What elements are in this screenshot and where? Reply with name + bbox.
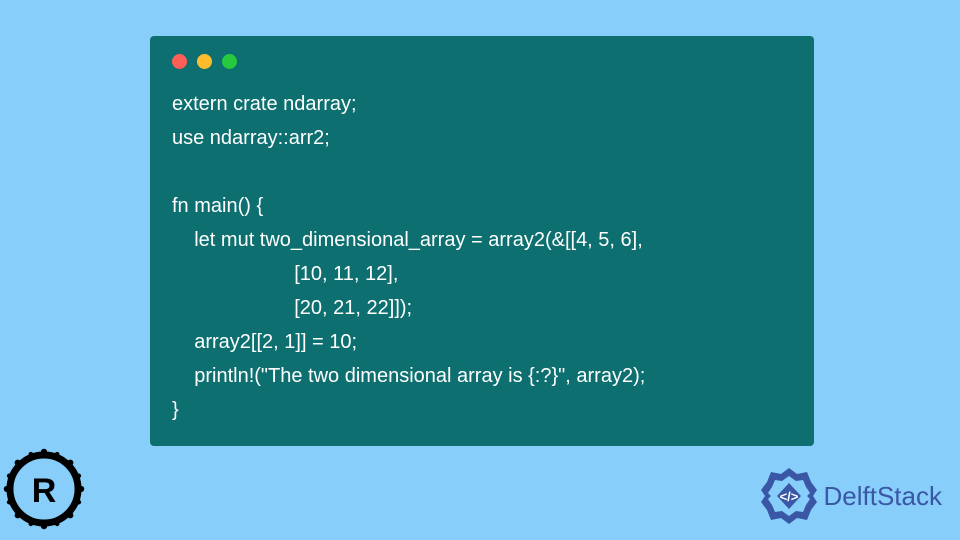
window-controls — [172, 54, 792, 69]
rust-logo-icon: R — [3, 448, 85, 530]
code-line: } — [172, 399, 179, 421]
delftstack-logo: </> DelftStack — [759, 466, 943, 526]
code-line: [10, 11, 12], — [172, 263, 398, 285]
code-line: let mut two_dimensional_array = array2(&… — [172, 229, 643, 251]
code-line: println!("The two dimensional array is {… — [172, 365, 645, 387]
code-line: [20, 21, 22]]); — [172, 297, 412, 319]
code-line: use ndarray::arr2; — [172, 127, 330, 149]
window-minimize-icon — [197, 54, 212, 69]
code-line: fn main() { — [172, 195, 263, 217]
code-block-container: extern crate ndarray; use ndarray::arr2;… — [150, 36, 814, 446]
delftstack-brand-text: DelftStack — [824, 481, 943, 512]
code-line: extern crate ndarray; — [172, 93, 357, 115]
delftstack-icon: </> — [759, 466, 819, 526]
svg-text:</>: </> — [779, 489, 798, 504]
code-content: extern crate ndarray; use ndarray::arr2;… — [172, 87, 792, 427]
window-close-icon — [172, 54, 187, 69]
svg-text:R: R — [32, 472, 57, 510]
window-maximize-icon — [222, 54, 237, 69]
code-line: array2[[2, 1]] = 10; — [172, 331, 357, 353]
